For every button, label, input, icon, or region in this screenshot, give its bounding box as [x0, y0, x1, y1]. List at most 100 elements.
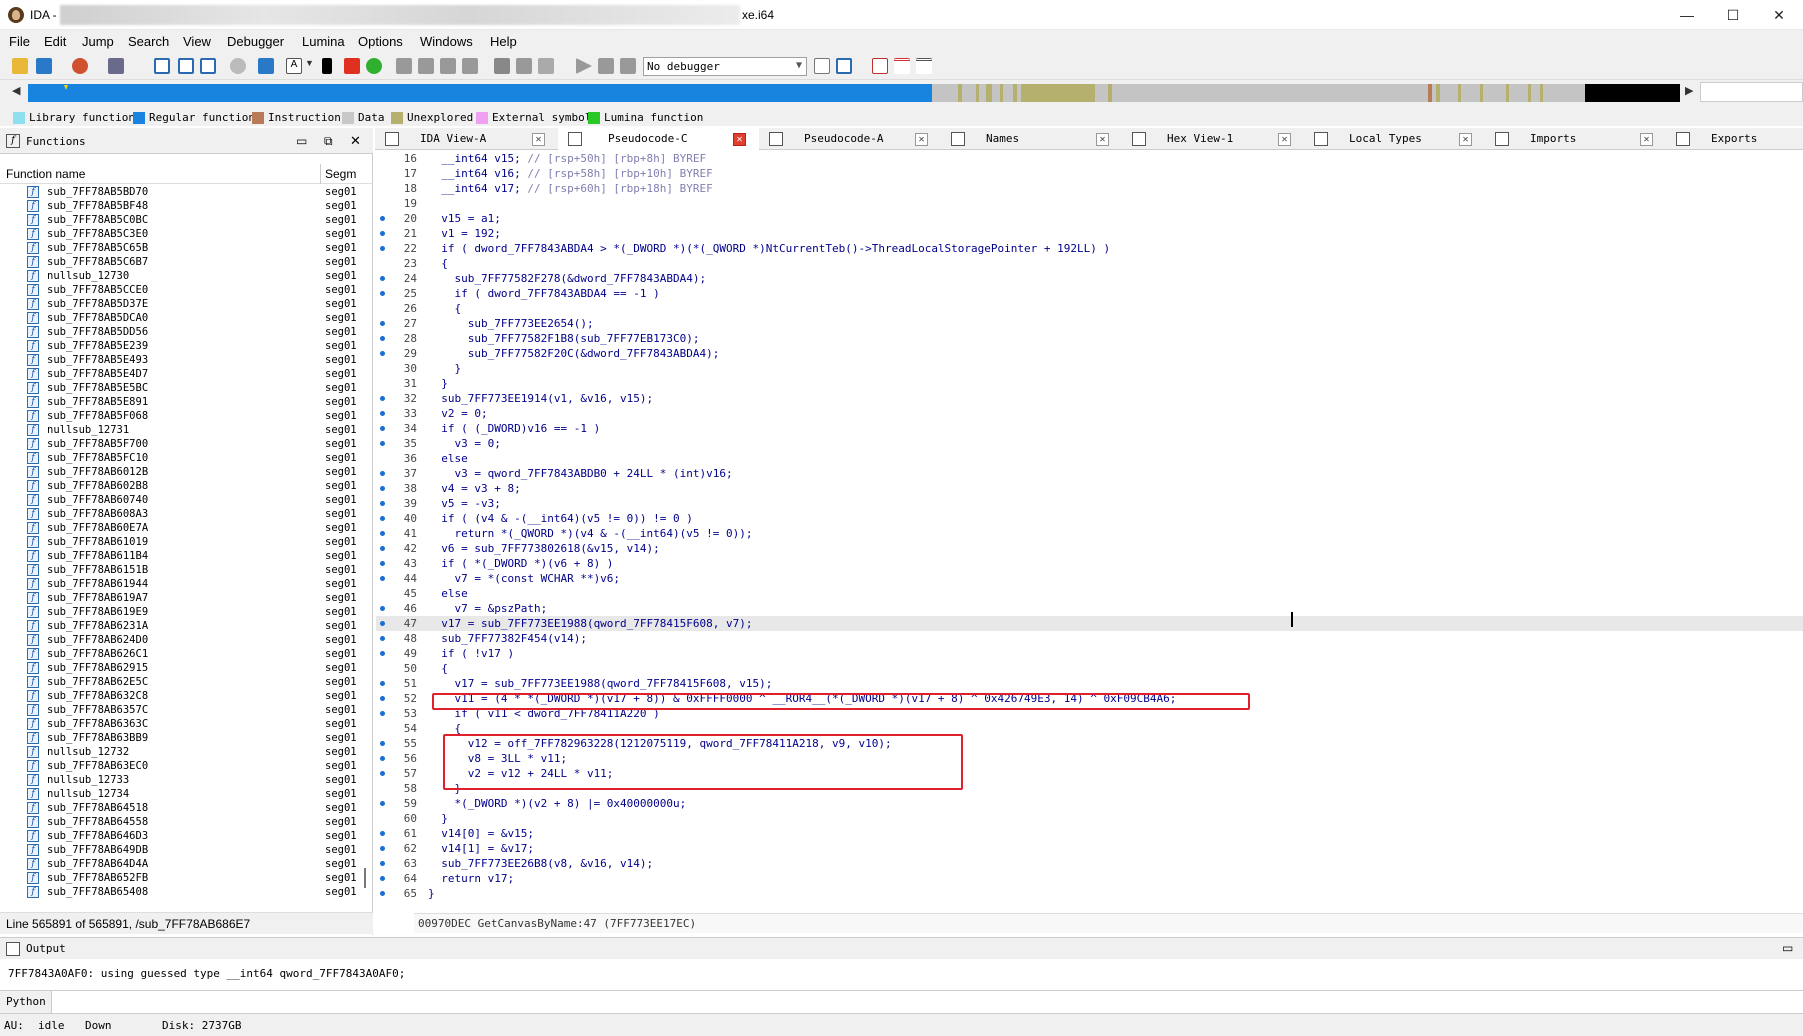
- array-icon[interactable]: [462, 58, 478, 74]
- menu-windows[interactable]: Windows: [420, 34, 473, 49]
- function-row[interactable]: f sub_7FF78AB5C3E0 seg01: [0, 227, 366, 241]
- process-icon[interactable]: [836, 58, 852, 74]
- text-icon[interactable]: A: [286, 58, 302, 74]
- function-row[interactable]: f sub_7FF78AB619A7 seg01: [0, 591, 366, 605]
- code-line[interactable]: 18 __int64 v17; // [rsp+60h] [rbp+18h] B…: [376, 181, 1803, 196]
- code-text[interactable]: sub_7FF77382F454(v14);: [428, 631, 587, 646]
- code-text[interactable]: if ( dword_7FF7843ABDA4 > *(_DWORD *)(*(…: [428, 241, 1110, 256]
- breakpoint-dot-icon[interactable]: [380, 771, 385, 776]
- function-row[interactable]: f sub_7FF78AB62E5C seg01: [0, 675, 366, 689]
- breakpoint-dot-icon[interactable]: [380, 561, 385, 566]
- function-row[interactable]: f sub_7FF78AB64518 seg01: [0, 801, 366, 815]
- function-row[interactable]: f nullsub_12733 seg01: [0, 773, 366, 787]
- python-button[interactable]: Python: [0, 991, 52, 1013]
- breakpoint-dot-icon[interactable]: [380, 681, 385, 686]
- code-icon[interactable]: [396, 58, 412, 74]
- nav-left-arrow-icon[interactable]: ◀: [12, 84, 20, 97]
- breakpoint-dot-icon[interactable]: [380, 426, 385, 431]
- menu-help[interactable]: Help: [490, 34, 517, 49]
- string-icon[interactable]: [440, 58, 456, 74]
- function-row[interactable]: f sub_7FF78AB649DB seg01: [0, 843, 366, 857]
- code-text[interactable]: }: [428, 886, 435, 901]
- code-line[interactable]: 42 v6 = sub_7FF773802618(&v15, v14);: [376, 541, 1803, 556]
- breakpoint-dot-icon[interactable]: [380, 711, 385, 716]
- code-text[interactable]: v6 = sub_7FF773802618(&v15, v14);: [428, 541, 660, 556]
- code-line[interactable]: 29 sub_7FF77582F20C(&dword_7FF7843ABDA4)…: [376, 346, 1803, 361]
- code-text[interactable]: v1 = 192;: [428, 226, 501, 241]
- function-row[interactable]: f sub_7FF78AB5CCE0 seg01: [0, 283, 366, 297]
- float-icon[interactable]: ⧉: [324, 134, 333, 149]
- code-text[interactable]: v14[1] = &v17;: [428, 841, 534, 856]
- trace-icon[interactable]: [894, 58, 910, 74]
- breakpoint-dot-icon[interactable]: [380, 291, 385, 296]
- color-icon[interactable]: [322, 58, 332, 74]
- function-row[interactable]: f sub_7FF78AB62915 seg01: [0, 661, 366, 675]
- text-dropdown-icon[interactable]: ▼: [305, 58, 314, 74]
- rename-icon[interactable]: [538, 58, 554, 74]
- open-icon[interactable]: [12, 58, 28, 74]
- code-text[interactable]: if ( *(_DWORD *)(v6 + 8) ): [428, 556, 613, 571]
- function-row[interactable]: f sub_7FF78AB652FB seg01: [0, 871, 366, 885]
- code-line[interactable]: 35 v3 = 0;: [376, 436, 1803, 451]
- code-line[interactable]: 32 sub_7FF773EE1914(v1, &v16, v15);: [376, 391, 1803, 406]
- breakpoint-dot-icon[interactable]: [380, 441, 385, 446]
- function-row[interactable]: f sub_7FF78AB61019 seg01: [0, 535, 366, 549]
- output-restore-icon[interactable]: ▭: [1782, 941, 1793, 955]
- breakpoint-dot-icon[interactable]: [380, 576, 385, 581]
- function-row[interactable]: f sub_7FF78AB619E9 seg01: [0, 605, 366, 619]
- tab-close-icon[interactable]: ✕: [1278, 133, 1291, 146]
- breakpoint-dot-icon[interactable]: [380, 546, 385, 551]
- restore-icon[interactable]: ▭: [296, 134, 307, 148]
- code-line[interactable]: 26 {: [376, 301, 1803, 316]
- code-line[interactable]: 40 if ( (v4 & -(__int64)(v5 != 0)) != 0 …: [376, 511, 1803, 526]
- breakpoint-icon[interactable]: [344, 58, 360, 74]
- tab-close-icon[interactable]: ✕: [532, 133, 545, 146]
- code-line[interactable]: 62 v14[1] = &v17;: [376, 841, 1803, 856]
- breakpoint-dot-icon[interactable]: [380, 696, 385, 701]
- function-row[interactable]: f sub_7FF78AB6357C seg01: [0, 703, 366, 717]
- code-line[interactable]: 23 {: [376, 256, 1803, 271]
- attach-icon[interactable]: [814, 58, 830, 74]
- function-row[interactable]: f sub_7FF78AB6231A seg01: [0, 619, 366, 633]
- data-icon[interactable]: [418, 58, 434, 74]
- code-line[interactable]: 22 if ( dword_7FF7843ABDA4 > *(_DWORD *)…: [376, 241, 1803, 256]
- menu-options[interactable]: Options: [358, 34, 403, 49]
- code-line[interactable]: 44 v7 = *(const WCHAR **)v6;: [376, 571, 1803, 586]
- code-line[interactable]: 20 v15 = a1;: [376, 211, 1803, 226]
- function-row[interactable]: f sub_7FF78AB624D0 seg01: [0, 633, 366, 647]
- breakpoint-dot-icon[interactable]: [380, 891, 385, 896]
- code-text[interactable]: v2 = 0;: [428, 406, 487, 421]
- code-text[interactable]: sub_7FF77582F1B8(sub_7FF77EB173C0);: [428, 331, 700, 346]
- function-row[interactable]: f nullsub_12730 seg01: [0, 269, 366, 283]
- close-button[interactable]: ✕: [1756, 0, 1802, 30]
- breakpoint-dot-icon[interactable]: [380, 606, 385, 611]
- undefine-icon[interactable]: [516, 58, 532, 74]
- code-line[interactable]: 33 v2 = 0;: [376, 406, 1803, 421]
- breakpoint-dot-icon[interactable]: [380, 876, 385, 881]
- nav-right-arrow-icon[interactable]: ▶: [1685, 84, 1693, 97]
- graph-icon[interactable]: [154, 58, 170, 74]
- code-text[interactable]: v3 = qword_7FF7843ABDB0 + 24LL * (int)v1…: [428, 466, 732, 481]
- breakpoint-dot-icon[interactable]: [380, 636, 385, 641]
- function-row[interactable]: f sub_7FF78AB6363C seg01: [0, 717, 366, 731]
- code-line[interactable]: 31 }: [376, 376, 1803, 391]
- run-icon[interactable]: [576, 58, 592, 74]
- breakpoint-dot-icon[interactable]: [380, 336, 385, 341]
- function-row[interactable]: f sub_7FF78AB5E4D7 seg01: [0, 367, 366, 381]
- code-line[interactable]: 48 sub_7FF77382F454(v14);: [376, 631, 1803, 646]
- breakpoint-dot-icon[interactable]: [380, 651, 385, 656]
- code-text[interactable]: else: [428, 451, 468, 466]
- function-row[interactable]: f sub_7FF78AB5D37E seg01: [0, 297, 366, 311]
- code-text[interactable]: if ( dword_7FF7843ABDA4 == -1 ): [428, 286, 659, 301]
- function-row[interactable]: f sub_7FF78AB65408 seg01: [0, 885, 366, 899]
- tab-close-icon[interactable]: ✕: [1640, 133, 1653, 146]
- function-row[interactable]: f sub_7FF78AB5C0BC seg01: [0, 213, 366, 227]
- function-row[interactable]: f sub_7FF78AB64558 seg01: [0, 815, 366, 829]
- menu-search[interactable]: Search: [128, 34, 169, 49]
- code-text[interactable]: else: [428, 586, 468, 601]
- stop-icon[interactable]: [620, 58, 636, 74]
- breakpoint-dot-icon[interactable]: [380, 276, 385, 281]
- hex-icon[interactable]: [200, 58, 216, 74]
- code-text[interactable]: sub_7FF773EE2654();: [428, 316, 594, 331]
- breakpoint-dot-icon[interactable]: [380, 846, 385, 851]
